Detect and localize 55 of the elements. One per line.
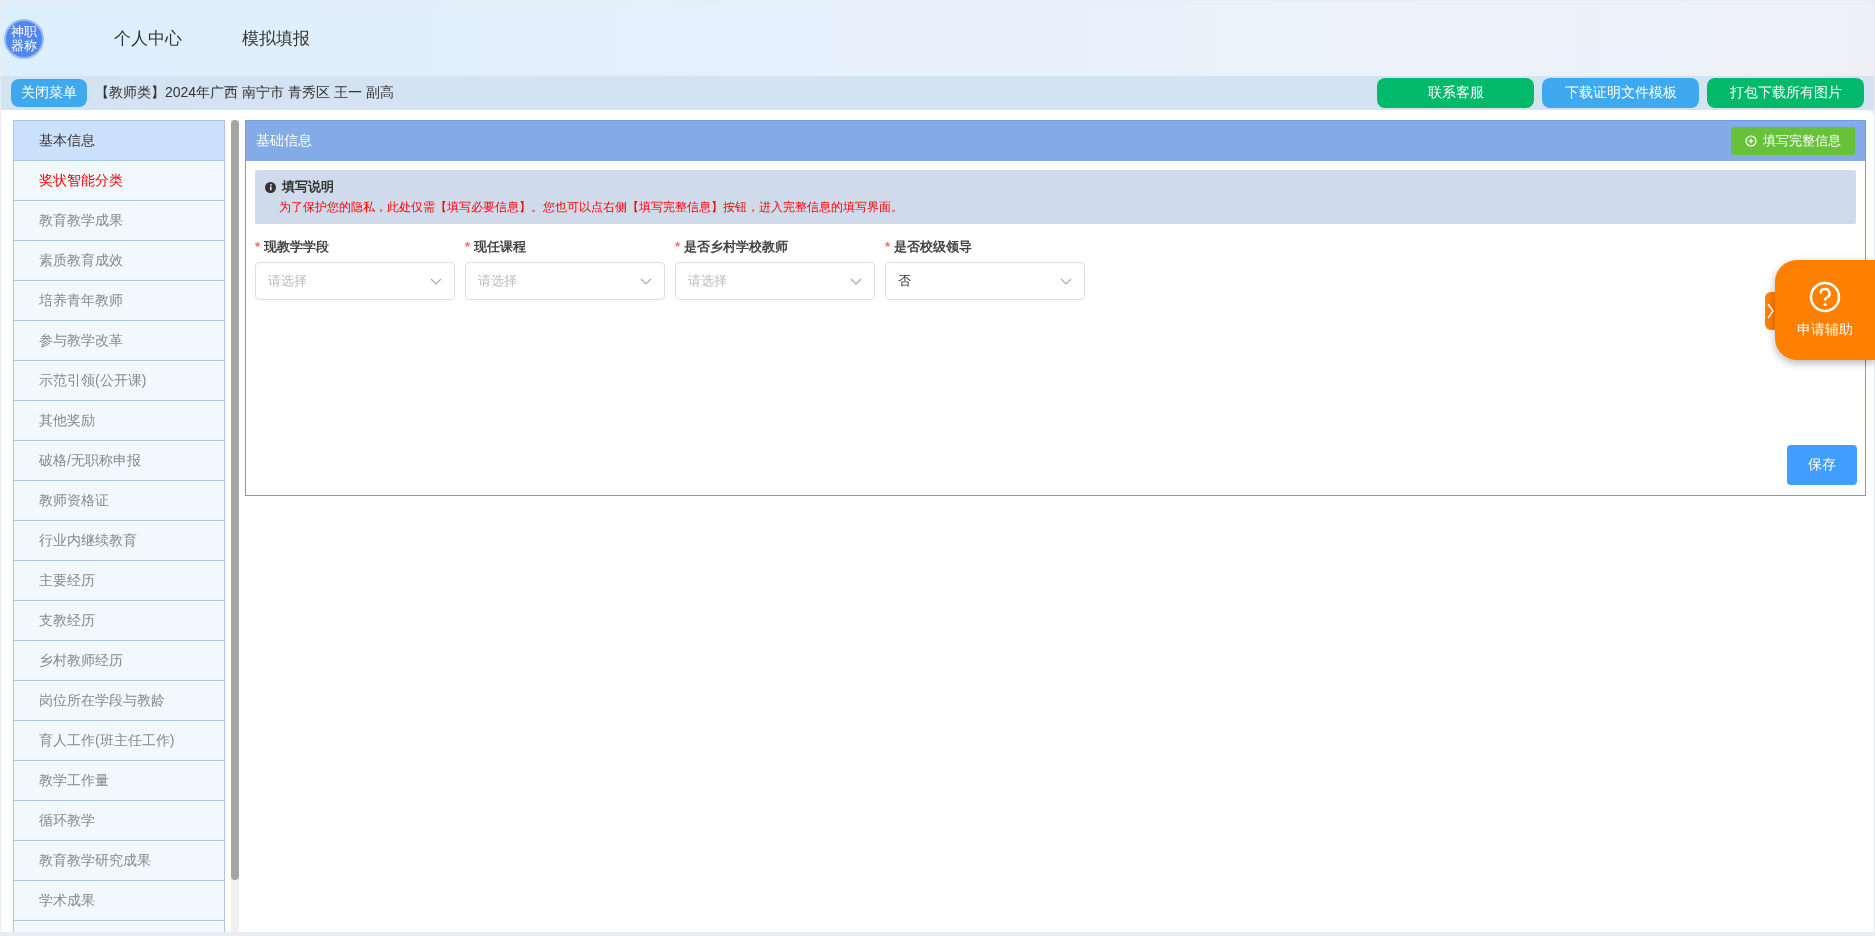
fill-full-info-button[interactable]: 填写完整信息: [1731, 127, 1855, 155]
sidebar-item[interactable]: 岗位所在学段与教龄: [14, 681, 224, 721]
sidebar-item[interactable]: 教师资格证: [14, 481, 224, 521]
sidebar-item[interactable]: 奖状智能分类: [14, 161, 224, 201]
field-label: 现教学学段: [264, 239, 330, 254]
sidebar-item[interactable]: 教学工作量: [14, 761, 224, 801]
logo: 神职器称: [4, 18, 44, 59]
required-mark: *: [465, 239, 471, 254]
select-field[interactable]: 否: [885, 262, 1085, 300]
plus-circle-icon: [1745, 135, 1757, 147]
sidebar-item[interactable]: 培养青年教师: [14, 281, 224, 321]
required-mark: *: [885, 239, 891, 254]
required-mark: *: [675, 239, 681, 254]
sidebar-item[interactable]: 示范引领(公开课): [14, 361, 224, 401]
sidebar-item[interactable]: 破格/无职称申报: [14, 441, 224, 481]
required-mark: *: [255, 239, 261, 254]
info-icon: [265, 181, 276, 193]
sidebar-item[interactable]: 教育教学研究成果: [14, 841, 224, 881]
field-label: 是否校级领导: [894, 239, 973, 254]
sidebar-item[interactable]: 育人工作(班主任工作): [14, 721, 224, 761]
notice-text: 为了保护您的隐私，此处仅需【填写必要信息】。您也可以点右侧【填写完整信息】按钮，进入完整信息的填写界面。: [279, 199, 904, 216]
select-field[interactable]: 请选择: [465, 262, 665, 300]
save-button[interactable]: 保存: [1787, 445, 1857, 485]
field-label: 现任课程: [474, 239, 527, 254]
context-text: 【教师类】2024年广西 南宁市 青秀区 王一 副高: [95, 84, 395, 102]
sidebar-item[interactable]: 支教经历: [14, 601, 224, 641]
help-button[interactable]: 申请辅助: [1775, 260, 1875, 360]
sidebar-item[interactable]: 主要经历: [14, 561, 224, 601]
nav-link[interactable]: 模拟填报: [242, 21, 310, 56]
sidebar-item[interactable]: 素质教育成效: [14, 241, 224, 281]
sidebar-item[interactable]: 循环教学: [14, 801, 224, 841]
sidebar-item[interactable]: 学术成果: [14, 881, 224, 921]
chevron-down-icon: [850, 277, 862, 285]
close-menu-button[interactable]: 关闭菜单: [11, 79, 87, 107]
scrollbar-thumb[interactable]: [231, 120, 239, 880]
sidebar-item[interactable]: 行业内继续教育: [14, 521, 224, 561]
panel-title: 基础信息: [256, 132, 312, 150]
chevron-down-icon: [1060, 277, 1072, 285]
sidebar-item[interactable]: 乡村教师经历: [14, 641, 224, 681]
expand-tab[interactable]: [1765, 292, 1775, 330]
sidebar-item[interactable]: 基本信息: [14, 121, 224, 161]
chevron-down-icon: [430, 277, 442, 285]
toolbar-button[interactable]: 打包下载所有图片: [1707, 78, 1864, 108]
question-circle-icon: [1809, 281, 1841, 313]
nav-link[interactable]: 个人中心: [114, 21, 182, 56]
toolbar-button[interactable]: 联系客服: [1377, 78, 1534, 108]
notice-title: 填写说明: [282, 178, 334, 196]
sidebar-item[interactable]: 参与教学改革: [14, 321, 224, 361]
toolbar-button[interactable]: 下载证明文件模板: [1542, 78, 1699, 108]
sidebar-item[interactable]: 教育教学成果: [14, 201, 224, 241]
select-field[interactable]: 请选择: [255, 262, 455, 300]
select-field[interactable]: 请选择: [675, 262, 875, 300]
sidebar-item[interactable]: 其他奖励: [14, 401, 224, 441]
chevron-down-icon: [640, 277, 652, 285]
field-label: 是否乡村学校教师: [684, 239, 789, 254]
